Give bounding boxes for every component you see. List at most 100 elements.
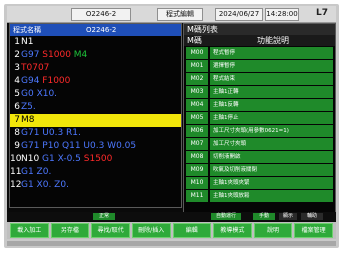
line-number: 1 [14,37,20,47]
program-line[interactable]: 3T0707 [10,62,181,75]
code-token: G71 P10 Q11 U0.3 W0.05 [21,141,137,151]
m-code-rows: M00 程式暫停 M01 選擇暫停 M02 程式結束 M03 主軸1正轉 M04 主軸1反轉 M05… [184,47,335,202]
code-token: G1 X-0.5 [42,154,84,164]
code-token: G1 Z0. [21,167,52,177]
code-token: M4 [73,50,88,60]
function-column-header: 功能說明 [257,36,289,45]
program-lines[interactable]: 1N1 2G97 S1000 M4 3T0707 4G94 F1000 5G0 X10.… [10,36,181,192]
program-line[interactable]: 12G1 X0. Z0. [10,179,181,192]
code-token: N1 [21,37,34,47]
m-code-list-header: M碼 功能說明 [184,35,335,46]
m-code-row[interactable]: M00 程式暫停 [184,47,335,59]
m-code-row[interactable]: M07 加工尺寸夾頭 [184,138,335,150]
program-line[interactable]: 10N10 G1 X-0.5 S1500 [10,153,181,166]
program-line[interactable]: 1N1 [10,36,181,49]
m-code-row[interactable]: M09 吹氣及切削液關閉 [184,164,335,176]
line-number: 12 [10,180,22,190]
m-code-row[interactable]: M05 主軸1停止 [184,112,335,124]
softkey-button[interactable]: 載入加工 [10,223,49,238]
program-header: 程式名稱 O2246-2 [10,24,181,36]
status-strip: 正常 自動運行 手動 顯示 輔助 [7,212,336,221]
code-token: G97 [21,50,43,60]
softkey-button[interactable]: 另存檔 [50,223,90,238]
program-line[interactable]: 9G71 P10 Q11 U0.3 W0.05 [10,140,181,153]
m-code-description: 主軸1停止 [210,112,333,124]
m-code: M10 [186,177,208,189]
m-code-description: 程式暫停 [210,47,333,59]
m-code: M05 [186,112,208,124]
line-number: 11 [10,167,22,177]
m-code-list-title: M碼列表 [184,24,335,35]
line-number: 2 [14,50,20,60]
code-token: Z5. [21,102,36,112]
program-line[interactable]: 11G1 Z0. [10,166,181,179]
status-auto-run: 自動運行 [211,213,241,220]
code-token: G94 [21,76,43,86]
code-token: G71 [21,128,43,138]
m-code: M00 [186,47,208,59]
status-auxiliary: 輔助 [301,213,323,220]
status-manual: 手動 [253,213,275,220]
m-code-row[interactable]: M06 加工尺寸夾頭(用參數0621=1) [184,125,335,137]
m-code: M11 [186,190,208,202]
level-indicator: L7 [316,8,328,18]
line-number: 4 [14,76,20,86]
line-number: 3 [14,63,20,73]
m-code-row[interactable]: M08 切削液開啟 [184,151,335,163]
m-code: M04 [186,99,208,111]
line-number: 8 [14,128,20,138]
softkey-button[interactable]: 刪除/插入 [131,223,171,238]
m-code-row[interactable]: M03 主軸1正轉 [184,86,335,98]
m-code-row[interactable]: M11 主軸1夾頭放鬆 [184,190,335,202]
program-code-field: O2246-2 [71,8,131,21]
code-token: G1 X0. Z0. [21,180,69,190]
date-field: 2024/06/27 [215,8,263,21]
line-number: 7 [14,115,20,125]
program-line[interactable]: 5G0 X10. [10,88,181,101]
program-line[interactable]: 4G94 F1000 [10,75,181,88]
code-token: N10 [21,154,43,164]
m-code-description: 主軸1夾頭夾緊 [210,177,333,189]
m-code-description: 主軸1反轉 [210,99,333,111]
m-code-description: 選擇暫停 [210,60,333,72]
m-code: M01 [186,60,208,72]
m-code-row[interactable]: M04 主軸1反轉 [184,99,335,111]
code-token: T0707 [21,63,50,73]
m-code-row[interactable]: M02 程式結束 [184,73,335,85]
cnc-screen: O2246-2 程式編輯 2024/06/27 14:28:00 L7 程式名稱… [7,6,336,239]
m-code-row[interactable]: M10 主軸1夾頭夾緊 [184,177,335,189]
code-token: U0.3 R1. [42,128,81,138]
mode-field: 程式編輯 [157,8,203,21]
program-line[interactable]: 8G71 U0.3 R1. [10,127,181,140]
softkey-bar: 載入加工 另存檔 尋找/取代 刪除/插入 編輯 教導模式 說明 檔案管理 [7,222,336,239]
code-token: S1000 [42,50,74,60]
time-field: 14:28:00 [265,8,299,21]
m-code-description: 加工尺寸夾頭 [210,138,333,150]
softkey-button[interactable]: 教導模式 [213,223,252,238]
program-editor[interactable]: 程式名稱 O2246-2 1N1 2G97 S1000 M4 3T0707 4G94 … [9,23,182,208]
m-code: M02 [186,73,208,85]
m-code-row[interactable]: M01 選擇暫停 [184,60,335,72]
m-code: M03 [186,86,208,98]
program-line-selected[interactable]: 7M8 [10,114,181,127]
status-display: 顯示 [279,213,297,220]
softkey-button[interactable]: 編輯 [172,223,212,238]
m-code: M08 [186,151,208,163]
softkey-button[interactable]: 說明 [253,223,293,238]
m-code: M06 [186,125,208,137]
line-number: 6 [14,102,20,112]
softkey-button[interactable]: 尋找/取代 [91,223,130,238]
monitor-bottom-edge [7,241,336,246]
program-line[interactable]: 2G97 S1000 M4 [10,49,181,62]
program-line[interactable]: 6Z5. [10,101,181,114]
m-code-description: 程式結束 [210,73,333,85]
line-number: 9 [14,141,20,151]
m-code-description: 主軸1夾頭放鬆 [210,190,333,202]
m-code-column-header: M碼 [187,36,202,45]
code-token: M8 [21,115,35,125]
m-code-list-panel: M碼列表 M碼 功能說明 M00 程式暫停 M01 選擇暫停 M02 程式結束 M03 主軸1… [183,23,336,213]
code-token: S1500 [83,154,113,164]
status-normal: 正常 [93,213,115,220]
line-number: 5 [14,89,20,99]
softkey-button[interactable]: 檔案管理 [294,223,333,238]
